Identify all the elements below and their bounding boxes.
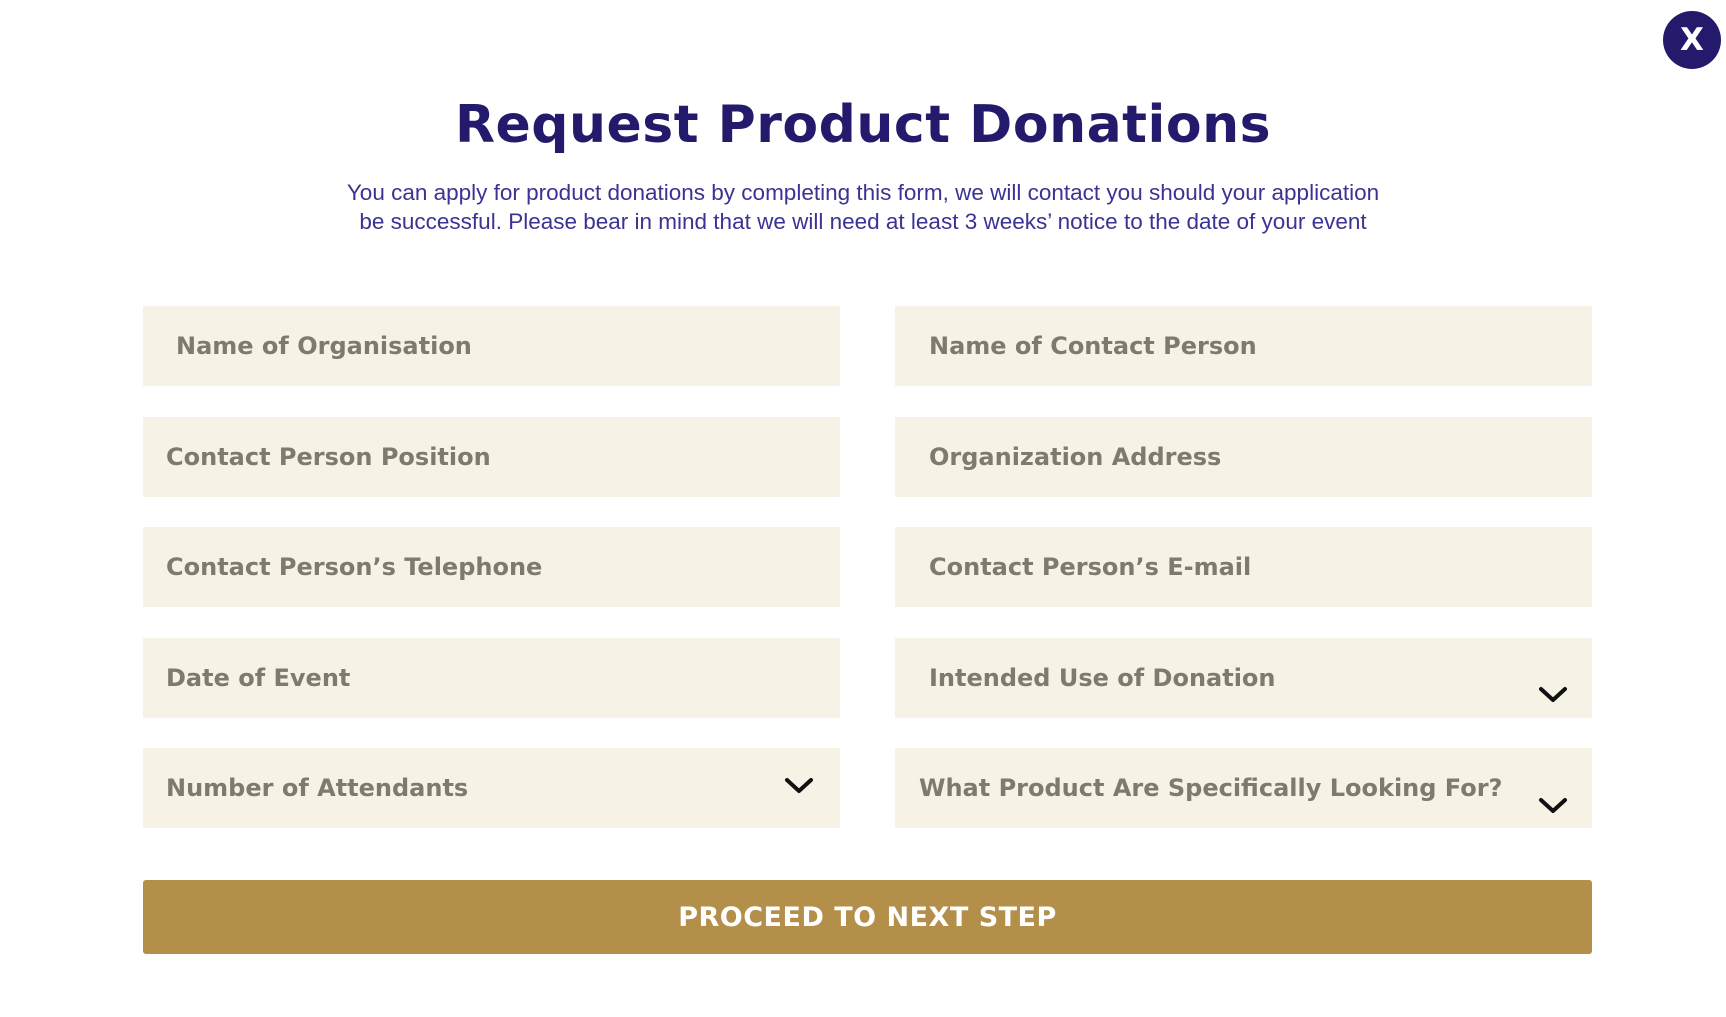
contact-person-position-field[interactable]: Contact Person Position <box>143 417 840 497</box>
page-description: You can apply for product donations by c… <box>300 178 1426 236</box>
chevron-down-icon <box>784 776 814 796</box>
organization-address-field[interactable]: Organization Address <box>895 417 1592 497</box>
organization-address-placeholder: Organization Address <box>929 443 1222 471</box>
donation-request-modal: X Request Product Donations You can appl… <box>0 0 1726 1017</box>
proceed-next-step-button[interactable]: PROCEED TO NEXT STEP <box>143 880 1592 954</box>
organisation-name-placeholder: Name of Organisation <box>176 332 472 360</box>
proceed-next-step-label: PROCEED TO NEXT STEP <box>678 901 1057 933</box>
event-date-placeholder: Date of Event <box>166 664 351 692</box>
contact-person-name-field[interactable]: Name of Contact Person <box>895 306 1592 386</box>
contact-telephone-placeholder: Contact Person’s Telephone <box>166 553 543 581</box>
chevron-down-icon <box>1538 796 1568 816</box>
intended-use-placeholder: Intended Use of Donation <box>929 664 1276 692</box>
product-looking-for-select[interactable]: What Product Are Specifically Looking Fo… <box>895 748 1592 828</box>
contact-email-placeholder: Contact Person’s E-mail <box>929 553 1252 581</box>
contact-telephone-field[interactable]: Contact Person’s Telephone <box>143 527 840 607</box>
close-icon: X <box>1680 22 1704 58</box>
description-line-2: be successful. Please bear in mind that … <box>359 209 1367 234</box>
attendants-placeholder: Number of Attendants <box>166 774 469 802</box>
contact-person-name-placeholder: Name of Contact Person <box>929 332 1257 360</box>
description-line-1: You can apply for product donations by c… <box>346 180 1380 205</box>
chevron-down-icon <box>1538 685 1568 705</box>
attendants-select[interactable]: Number of Attendants <box>143 748 840 828</box>
page-title: Request Product Donations <box>454 95 1272 155</box>
contact-email-field[interactable]: Contact Person’s E-mail <box>895 527 1592 607</box>
organisation-name-field[interactable]: Name of Organisation <box>143 306 840 386</box>
intended-use-select[interactable]: Intended Use of Donation <box>895 638 1592 718</box>
event-date-field[interactable]: Date of Event <box>143 638 840 718</box>
contact-person-position-placeholder: Contact Person Position <box>166 443 491 471</box>
product-looking-for-placeholder: What Product Are Specifically Looking Fo… <box>919 774 1503 802</box>
close-button[interactable]: X <box>1663 11 1721 69</box>
